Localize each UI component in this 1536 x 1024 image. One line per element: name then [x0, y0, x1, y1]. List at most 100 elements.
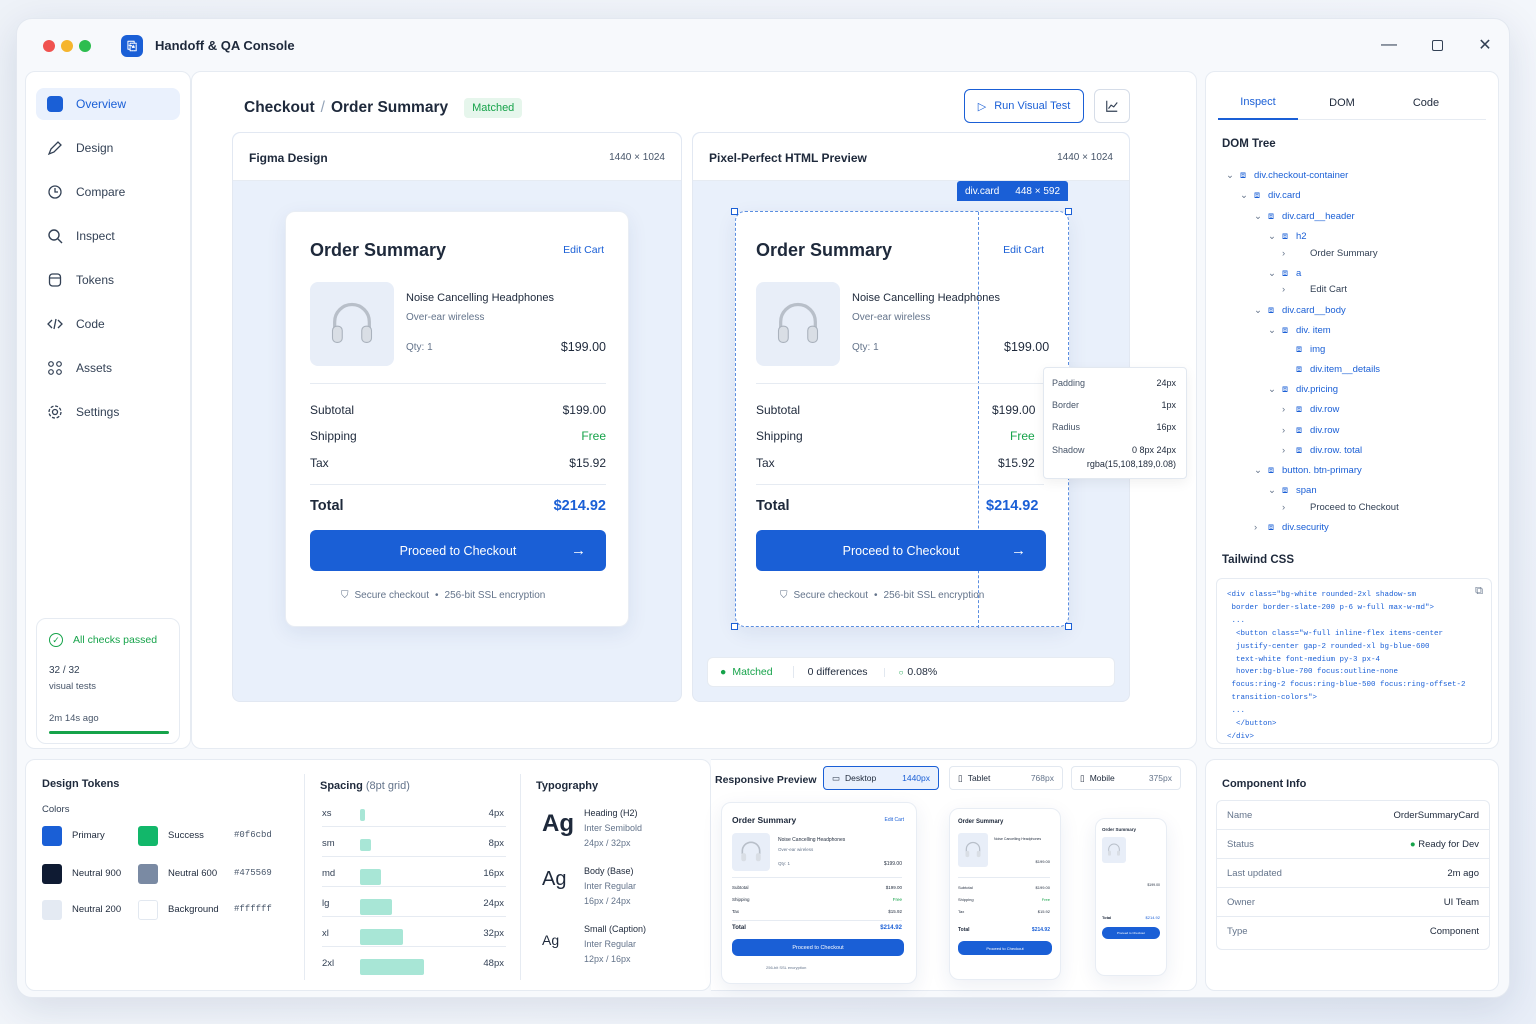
- copy-icon[interactable]: ⧉: [1475, 585, 1483, 598]
- gear-icon: [46, 403, 64, 421]
- close-icon[interactable]: ✕: [1473, 33, 1497, 57]
- chevron-down-icon[interactable]: ⌄: [1254, 465, 1268, 476]
- chevron-down-icon[interactable]: ⌄: [1268, 268, 1282, 279]
- chevron-down-icon[interactable]: ⌄: [1268, 485, 1282, 496]
- chevron-right-icon[interactable]: ›: [1282, 248, 1296, 259]
- dom-tree-node[interactable]: ⌄ ⧈ div.card__body: [1254, 305, 1346, 316]
- dom-tree-node[interactable]: ⌄ ⧈ span: [1268, 485, 1317, 496]
- chevron-down-icon[interactable]: ⌄: [1240, 190, 1254, 201]
- dom-tree-node[interactable]: › Edit Cart: [1282, 284, 1347, 295]
- element-icon: ⧈: [1296, 425, 1303, 436]
- zoom-dot[interactable]: [79, 40, 91, 52]
- selection-tag: div.card 448 × 592: [957, 181, 1069, 201]
- chevron-right-icon[interactable]: ›: [1282, 502, 1296, 513]
- device-tab-tablet[interactable]: ▯ Tablet 768px: [949, 766, 1063, 790]
- edit-cart-link[interactable]: Edit Cart: [1003, 244, 1044, 256]
- chevron-down-icon[interactable]: ⌄: [1268, 384, 1282, 395]
- compare-icon: [46, 183, 64, 201]
- sidebar-item-inspect[interactable]: Inspect: [36, 220, 180, 252]
- box-model-key: Padding: [1052, 378, 1086, 388]
- chevron-down-icon[interactable]: ›: [1282, 425, 1296, 436]
- color-swatch[interactable]: [138, 864, 158, 884]
- dom-tree-node[interactable]: ⧈ div.item__details: [1282, 364, 1380, 375]
- chevron-down-icon[interactable]: ›: [1282, 445, 1296, 456]
- color-swatch[interactable]: [42, 900, 62, 920]
- tab-code[interactable]: Code: [1386, 86, 1466, 120]
- dom-tree-node[interactable]: › ⧈ div.row. total: [1282, 445, 1362, 456]
- sidebar-item-design[interactable]: Design: [36, 132, 180, 164]
- sidebar-item-settings[interactable]: Settings: [36, 396, 180, 428]
- css-code-block: ⧉ <div class="bg-white rounded-2xl shado…: [1216, 578, 1492, 744]
- proceed-checkout-button[interactable]: Proceed to Checkout →: [756, 530, 1046, 571]
- device-tab-mobile[interactable]: ▯ Mobile 375px: [1071, 766, 1181, 790]
- desktop-preview-thumbnail[interactable]: Order Summary Edit Cart Noise Cancelling…: [721, 802, 917, 984]
- color-swatch[interactable]: [42, 826, 62, 846]
- css-code-line: <div class="bg-white rounded-2xl shadow-…: [1227, 591, 1417, 599]
- chevron-down-icon[interactable]: ⌄: [1226, 170, 1240, 181]
- dom-tree-node[interactable]: ⌄ ⧈ div.checkout-container: [1226, 170, 1348, 181]
- minimize-dot[interactable]: [61, 40, 73, 52]
- order-summary-card-preview[interactable]: Order Summary Edit Cart Noise Cancelling…: [735, 211, 1069, 628]
- dom-tree-node[interactable]: › ⧈ div.row: [1282, 425, 1339, 436]
- tab-inspect[interactable]: Inspect: [1218, 86, 1298, 120]
- sidebar-item-overview[interactable]: Overview: [36, 88, 180, 120]
- resize-handle[interactable]: [731, 623, 738, 630]
- dom-tree-node[interactable]: ⌄ ⧈ div.pricing: [1268, 384, 1338, 395]
- run-visual-test-button[interactable]: ▷ Run Visual Test: [964, 89, 1084, 123]
- shipping-value: Free: [1010, 429, 1035, 443]
- close-dot[interactable]: [43, 40, 55, 52]
- element-icon: ⧈: [1296, 364, 1303, 375]
- tab-dom[interactable]: DOM: [1302, 86, 1382, 120]
- sidebar-item-compare[interactable]: Compare: [36, 176, 180, 208]
- chevron-down-icon[interactable]: ›: [1254, 522, 1268, 533]
- info-row-name: Name OrderSummaryCard: [1217, 801, 1489, 830]
- resize-handle[interactable]: [731, 208, 738, 215]
- type-name: Small (Caption): [584, 924, 647, 934]
- sidebar-item-assets[interactable]: Assets: [36, 352, 180, 384]
- shield-icon: ⛉: [780, 590, 788, 601]
- resize-handle[interactable]: [1065, 623, 1072, 630]
- resize-handle[interactable]: [1065, 208, 1072, 215]
- dom-tree-node[interactable]: › ⧈ div.row: [1282, 404, 1339, 415]
- color-name: Success: [168, 830, 204, 841]
- dom-tree-node[interactable]: › Order Summary: [1282, 248, 1378, 259]
- minimize-icon[interactable]: —: [1377, 33, 1401, 57]
- chart-button[interactable]: [1094, 89, 1130, 123]
- mobile-preview-thumbnail[interactable]: Order Summary $199.00 Total $214.92 Proc…: [1095, 818, 1167, 976]
- color-swatch[interactable]: [42, 864, 62, 884]
- edit-cart-link[interactable]: Edit Cart: [563, 244, 604, 256]
- chevron-down-icon[interactable]: ⌄: [1254, 305, 1268, 316]
- color-name: Background: [168, 904, 219, 915]
- tablet-preview-thumbnail[interactable]: Order Summary Noise Cancelling Headphone…: [949, 808, 1061, 980]
- dom-tree-node[interactable]: ⌄ ⧈ div.card__header: [1254, 211, 1355, 222]
- dom-tree-node[interactable]: ⌄ ⧈ button. btn-primary: [1254, 465, 1362, 476]
- spacing-value: 32px: [483, 928, 504, 939]
- chevron-down-icon[interactable]: ⌄: [1268, 325, 1282, 336]
- search-icon: [46, 227, 64, 245]
- color-swatch[interactable]: [138, 826, 158, 846]
- chevron-right-icon[interactable]: ›: [1282, 284, 1296, 295]
- sidebar-item-code[interactable]: Code: [36, 308, 180, 340]
- dom-tree-node[interactable]: ⌄ ⧈ div. item: [1268, 325, 1331, 336]
- tab-label: DOM: [1329, 97, 1355, 109]
- dom-tree-node[interactable]: › ⧈ div.security: [1254, 522, 1329, 533]
- dom-tree-node[interactable]: ⌄ ⧈ div.card: [1240, 190, 1301, 201]
- device-tab-desktop[interactable]: ▭ Desktop 1440px: [823, 766, 939, 790]
- breadcrumb-root[interactable]: Checkout: [244, 99, 315, 117]
- chevron-down-icon[interactable]: ⌄: [1268, 231, 1282, 242]
- element-icon: ⧈: [1282, 384, 1289, 395]
- proceed-checkout-button[interactable]: Proceed to Checkout →: [310, 530, 606, 571]
- preview-size: 1440 × 1024: [1057, 152, 1113, 163]
- dom-tree-node[interactable]: › Proceed to Checkout: [1282, 502, 1399, 513]
- css-code-line: ...: [1227, 616, 1246, 625]
- divider: [304, 774, 305, 980]
- dom-tree-node[interactable]: ⧈ img: [1282, 344, 1325, 355]
- box-model-key: Border: [1052, 400, 1080, 410]
- sidebar-item-tokens[interactable]: Tokens: [36, 264, 180, 296]
- dom-tree-node[interactable]: ⌄ ⧈ h2: [1268, 231, 1307, 242]
- color-swatch[interactable]: [138, 900, 158, 920]
- chevron-down-icon[interactable]: ⌄: [1254, 211, 1268, 222]
- maximize-icon[interactable]: [1425, 33, 1449, 57]
- dom-tree-node[interactable]: ⌄ ⧈ a: [1268, 268, 1301, 279]
- chevron-down-icon[interactable]: ›: [1282, 404, 1296, 415]
